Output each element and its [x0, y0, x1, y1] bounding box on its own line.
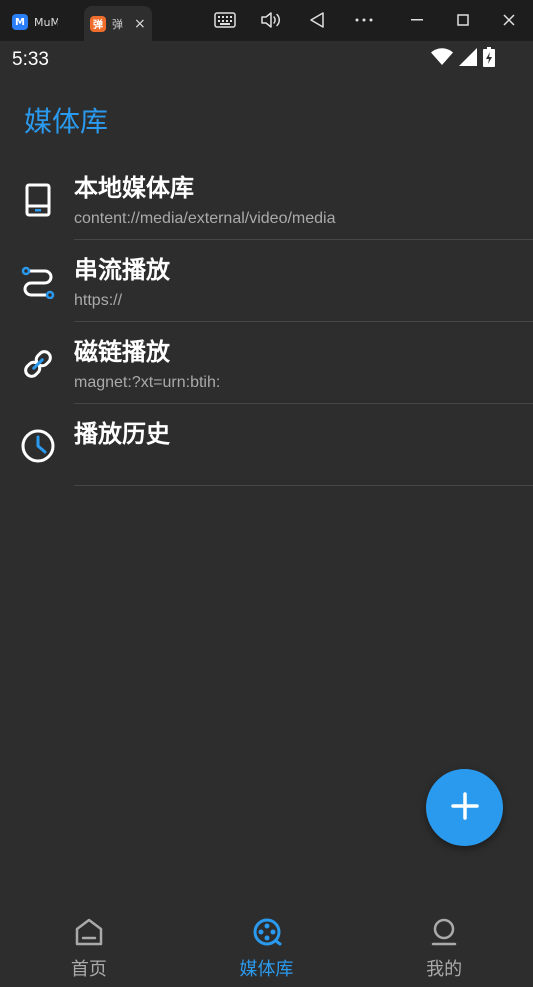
more-icon[interactable] — [352, 8, 376, 32]
bottom-nav: 首页 媒体库 我的 — [0, 907, 533, 987]
battery-charging-icon — [483, 47, 495, 71]
signal-icon — [459, 48, 477, 70]
divider — [74, 485, 533, 486]
list-item-play-history[interactable]: 播放历史 — [0, 404, 533, 486]
plus-icon — [450, 791, 479, 824]
list-item-magnet-play[interactable]: 磁链播放 magnet:?xt=urn:btih: — [0, 322, 533, 404]
film-reel-icon — [252, 917, 282, 951]
item-subtitle: magnet:?xt=urn:btih: — [74, 374, 221, 391]
nav-media-library[interactable]: 媒体库 — [178, 907, 356, 987]
back-triangle-icon[interactable] — [305, 8, 329, 32]
item-title: 播放历史 — [74, 420, 170, 448]
volume-icon[interactable] — [259, 8, 283, 32]
nav-label: 媒体库 — [239, 959, 294, 980]
emulator-title-bar: M MuMu 弹 弹 × — [0, 0, 533, 41]
media-source-list: 本地媒体库 content://media/external/video/med… — [0, 158, 533, 486]
mumu-logo-icon: M — [12, 14, 28, 30]
status-bar: 5:33 — [0, 41, 533, 77]
item-subtitle: content://media/external/video/media — [74, 210, 336, 227]
route-icon — [18, 262, 58, 302]
nav-mine[interactable]: 我的 — [355, 907, 533, 987]
tab-mumu[interactable]: M MuMu — [12, 7, 70, 37]
item-title: 串流播放 — [74, 256, 170, 284]
status-icons — [431, 47, 495, 71]
tablet-icon — [18, 180, 58, 220]
tab-app[interactable]: 弹 弹 × — [84, 6, 152, 41]
close-icon[interactable] — [497, 8, 521, 32]
list-item-local-library[interactable]: 本地媒体库 content://media/external/video/med… — [0, 158, 533, 240]
minimize-icon[interactable] — [405, 8, 429, 32]
clock-icon — [18, 426, 58, 466]
link-icon — [18, 344, 58, 384]
wifi-icon — [431, 48, 453, 70]
item-subtitle: https:// — [74, 292, 123, 309]
person-icon — [429, 917, 459, 951]
add-button[interactable] — [426, 769, 503, 846]
home-icon — [74, 917, 104, 951]
page-title: 媒体库 — [24, 105, 109, 138]
maximize-icon[interactable] — [451, 8, 475, 32]
item-title: 本地媒体库 — [74, 174, 194, 202]
nav-home[interactable]: 首页 — [0, 907, 178, 987]
tab-label: MuMu — [34, 15, 58, 29]
nav-label: 我的 — [426, 959, 463, 980]
status-time: 5:33 — [12, 49, 49, 70]
item-title: 磁链播放 — [74, 338, 170, 366]
keyboard-icon[interactable] — [213, 8, 237, 32]
nav-label: 首页 — [70, 959, 107, 980]
app-logo-icon: 弹 — [90, 15, 106, 32]
tab-label: 弹 — [112, 17, 123, 31]
tab-close-icon[interactable]: × — [134, 16, 146, 32]
list-item-stream-play[interactable]: 串流播放 https:// — [0, 240, 533, 322]
